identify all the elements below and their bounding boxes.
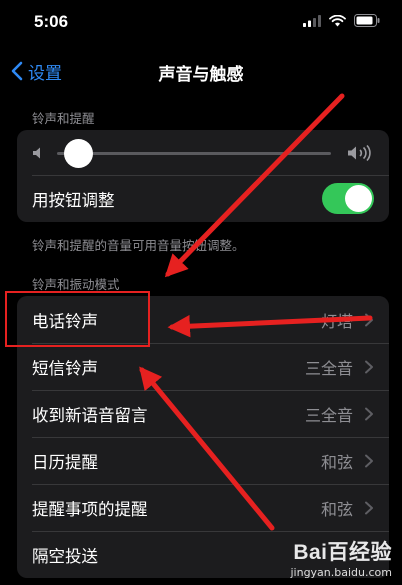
annotation-arrow-top (164, 93, 345, 278)
watermark-url: jingyan.baidu.com (290, 566, 392, 579)
annotation-arrow-middle (167, 314, 373, 338)
annotation-arrows (139, 93, 373, 531)
watermark: Bai百经验 jingyan.baidu.com (290, 536, 392, 579)
annotation-arrow-bottom (139, 366, 275, 531)
watermark-logo: Bai百经验 (293, 541, 392, 564)
